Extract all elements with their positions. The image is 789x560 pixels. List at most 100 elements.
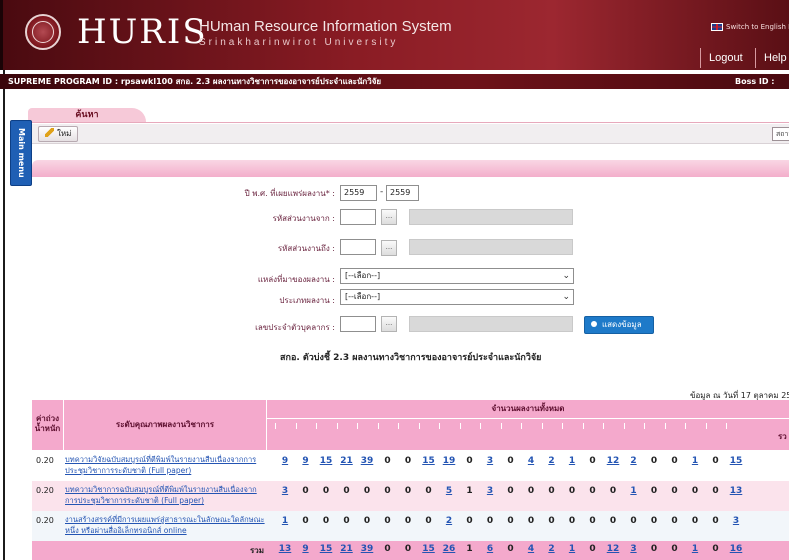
left-border xyxy=(3,70,5,560)
sum-cell: 0 xyxy=(712,544,719,554)
count-cell: 0 xyxy=(712,456,719,466)
quality-link[interactable]: บทความวิชาการฉบับสมบูรณ์ที่ตีพิมพ์ในรายง… xyxy=(65,484,265,506)
source-select[interactable]: [--เลือก--] ⌄ xyxy=(340,268,574,284)
weight-cell: 0.20 xyxy=(36,516,54,525)
sum-cell[interactable]: 39 xyxy=(358,544,376,554)
count-cell: 0 xyxy=(322,486,330,496)
count-cell: 0 xyxy=(404,486,412,496)
count-cell[interactable]: 21 xyxy=(338,456,356,466)
count-cell[interactable]: 4 xyxy=(522,456,540,466)
count-cell[interactable]: 19 xyxy=(440,456,458,466)
dept-to-lookup-button[interactable]: ... xyxy=(381,240,397,256)
sum-cell[interactable]: 15 xyxy=(317,544,335,554)
count-cell: 0 xyxy=(507,456,514,466)
col-header-count: จำนวนผลงานทั้งหมด xyxy=(267,400,789,418)
type-label: ประเภทผลงาน : xyxy=(279,296,335,305)
count-cell[interactable]: 1 xyxy=(686,456,704,466)
count-cell: 0 xyxy=(650,486,658,496)
sum-cell[interactable]: 1 xyxy=(686,544,704,554)
count-cell[interactable]: 2 xyxy=(440,516,458,526)
count-cell[interactable]: 1 xyxy=(563,456,581,466)
count-cell[interactable]: 1 xyxy=(276,516,294,526)
sum-row: รวม 13 9 15 21 39 0 0 15 26 1 6 0 4 2 1 0 12 3 0 0 1 0 16 xyxy=(32,541,789,560)
sum-cell[interactable]: 6 xyxy=(481,544,499,554)
count-cell: 0 xyxy=(343,486,350,496)
count-cell[interactable]: 5 xyxy=(440,486,458,496)
help-button[interactable]: Help xyxy=(755,48,789,68)
language-switch-link[interactable]: Switch to English Language xyxy=(711,23,789,31)
count-cell: 0 xyxy=(302,516,309,526)
count-cell[interactable]: 13 xyxy=(727,486,745,496)
count-cell[interactable]: 3 xyxy=(481,486,499,496)
count-cell[interactable]: 2 xyxy=(543,456,561,466)
dept-from-lookup-button[interactable]: ... xyxy=(381,209,397,225)
sum-cell[interactable]: 2 xyxy=(543,544,561,554)
sum-cell[interactable]: 15 xyxy=(420,544,438,554)
count-cell[interactable]: 3 xyxy=(276,486,294,496)
count-cell: 0 xyxy=(671,516,678,526)
col-header-quality: ระดับคุณภาพผลงานวิชาการ xyxy=(64,400,266,450)
count-cell[interactable]: 9 xyxy=(297,456,315,466)
count-cell: 0 xyxy=(466,456,473,466)
sub-header-tick xyxy=(664,423,666,429)
type-select[interactable]: [--เลือก--] ⌄ xyxy=(340,289,574,305)
sub-header-tick xyxy=(377,423,379,429)
logout-button[interactable]: Logout xyxy=(700,48,750,68)
count-cell: 0 xyxy=(486,516,494,526)
col-header-sum: รว xyxy=(778,432,787,441)
tab-search[interactable]: ค้นหา xyxy=(28,108,146,123)
main-menu-tab[interactable]: Main menu xyxy=(10,120,32,186)
show-data-button[interactable]: แสดงข้อมูล xyxy=(584,316,654,334)
staff-lookup-button[interactable]: ... xyxy=(381,316,397,332)
count-cell: 0 xyxy=(302,486,309,496)
quality-link[interactable]: บทความวิจัยฉบับสมบูรณ์ที่ตีพิมพ์ในรายงาน… xyxy=(65,454,265,476)
sum-cell[interactable]: 4 xyxy=(522,544,540,554)
sub-header-tick xyxy=(623,423,625,429)
count-cell: 0 xyxy=(507,516,514,526)
sum-cell[interactable]: 26 xyxy=(440,544,458,554)
year-from-input[interactable]: 2559 xyxy=(340,185,377,201)
sum-cell: 0 xyxy=(650,544,658,554)
count-cell: 0 xyxy=(343,516,350,526)
count-cell[interactable]: 15 xyxy=(317,456,335,466)
count-cell: 0 xyxy=(363,516,371,526)
system-subtitle: Srinakharinwirot University xyxy=(199,37,399,48)
count-cell[interactable]: 12 xyxy=(604,456,622,466)
quality-link[interactable]: งานสร้างสรรค์ที่มีการเผยแพร่สู่สาธารณะใน… xyxy=(65,514,265,536)
count-cell[interactable]: 9 xyxy=(276,456,294,466)
count-cell[interactable]: 15 xyxy=(727,456,745,466)
count-cell: 0 xyxy=(548,516,555,526)
sum-cell[interactable]: 16 xyxy=(727,544,745,554)
sub-header-tick xyxy=(316,423,317,429)
year-dash: - xyxy=(380,187,384,197)
dept-from-input[interactable] xyxy=(340,209,376,225)
sub-header-tick xyxy=(541,423,543,429)
count-cell[interactable]: 1 xyxy=(461,486,479,496)
count-cell: 0 xyxy=(363,486,371,496)
count-cell[interactable]: 1 xyxy=(625,486,643,496)
staff-id-input[interactable] xyxy=(340,316,376,332)
sub-header-tick xyxy=(357,423,358,429)
count-cell[interactable]: 3 xyxy=(481,456,499,466)
dept-to-input[interactable] xyxy=(340,239,376,255)
count-cell[interactable]: 39 xyxy=(358,456,376,466)
count-cell[interactable]: 3 xyxy=(727,516,745,526)
toolbar: ใหม่ สถานะ : xyxy=(32,124,789,144)
sum-cell[interactable]: 1 xyxy=(563,544,581,554)
sub-header-tick xyxy=(480,423,481,429)
new-button[interactable]: ใหม่ xyxy=(38,126,79,142)
sum-cell[interactable]: 1 xyxy=(461,544,479,554)
sum-cell[interactable]: 9 xyxy=(297,544,315,554)
count-cell: 0 xyxy=(589,516,596,526)
sum-cell[interactable]: 21 xyxy=(338,544,356,554)
section-header-bar xyxy=(32,160,789,177)
year-to-input[interactable]: 2559 xyxy=(386,185,419,201)
count-cell[interactable]: 15 xyxy=(420,456,438,466)
uk-flag-icon xyxy=(711,23,723,31)
sum-cell[interactable]: 12 xyxy=(604,544,622,554)
sum-cell[interactable]: 3 xyxy=(625,544,643,554)
count-cell[interactable]: 2 xyxy=(625,456,643,466)
sum-cell[interactable]: 13 xyxy=(276,544,294,554)
status-select[interactable]: สถานะ : xyxy=(772,127,789,141)
sub-header-tick xyxy=(562,423,563,429)
